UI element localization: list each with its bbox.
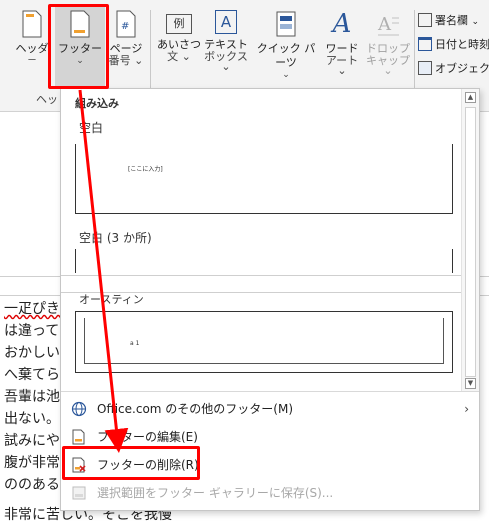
footer-gallery: 組み込み 空白 [ここに入力] 空白 (3 か所) オースティン a 1	[61, 89, 461, 391]
object-icon	[418, 61, 432, 75]
signature-line-label: 署名欄	[435, 14, 468, 27]
more-footers-office-item[interactable]: Office.com のその他のフッター(M) ›	[61, 397, 479, 421]
textbox-icon: A	[215, 10, 237, 34]
svg-text:#: #	[121, 21, 129, 32]
signature-icon	[418, 13, 432, 27]
example-icon: 例	[166, 14, 192, 34]
chevron-right-icon: ›	[464, 402, 469, 416]
header-button-label-1: ヘッダ	[15, 42, 49, 55]
footer-button-highlight	[48, 4, 109, 89]
date-time-label: 日付と時刻	[435, 38, 489, 51]
scroll-thumb[interactable]	[465, 107, 476, 377]
save-gallery-icon	[72, 486, 86, 500]
footer-template-austin[interactable]: a 1	[75, 311, 453, 373]
svg-text:A: A	[377, 14, 392, 35]
date-time-button[interactable]: 日付と時刻	[418, 36, 489, 54]
page-number-label-2: 番号 ⌄	[108, 54, 144, 67]
chevron-down-icon: ⌄	[471, 17, 480, 27]
quick-parts-label-1: クイック パーツ	[256, 42, 316, 69]
signature-line-button[interactable]: 署名欄 ⌄	[418, 12, 479, 30]
quick-parts-button[interactable]: クイック パーツ ⌄	[252, 6, 320, 86]
doc-line: 試みにや	[4, 433, 60, 449]
wordart-icon: A	[332, 9, 352, 39]
page-number-button[interactable]: # ページ 番号 ⌄	[106, 6, 146, 86]
dropcap-button[interactable]: A ドロップ キャップ ⌄	[364, 6, 412, 86]
quick-parts-icon	[276, 11, 296, 37]
template-label-blank-3: 空白 (3 か所)	[79, 231, 152, 245]
header-icon	[22, 10, 42, 38]
gallery-scrollbar[interactable]: ▲ ▼	[461, 89, 479, 391]
group-separator-2	[414, 10, 415, 88]
dropcap-icon: A	[377, 14, 399, 36]
remove-footer-highlight	[62, 446, 200, 480]
word-window: ヘッダ ー フッター ⌄ # ページ 番号 ⌄ ヘッ 例 あいさつ 文 ⌄ A …	[0, 0, 489, 521]
scroll-up-icon[interactable]: ▲	[465, 92, 476, 103]
object-label: オブジェクト	[435, 62, 489, 75]
template-placeholder: a 1	[130, 340, 140, 347]
group-separator	[150, 10, 151, 88]
edit-footer-icon	[72, 429, 85, 445]
wordart-button[interactable]: A ワード アート ⌄	[320, 6, 364, 86]
group-label-header-footer: ヘッ	[36, 93, 58, 106]
doc-line: 腹が非常	[4, 455, 60, 471]
textbox-label-2: ボックス ⌄	[204, 50, 248, 73]
gallery-heading: 組み込み	[75, 97, 119, 110]
template-placeholder: [ここに入力]	[128, 166, 163, 173]
quick-parts-chevron: ⌄	[282, 70, 290, 80]
template-label-blank: 空白	[79, 121, 104, 135]
scroll-down-icon[interactable]: ▼	[465, 378, 476, 389]
wordart-label-2: アート ⌄	[325, 54, 359, 77]
doc-line: 吾輩は池	[4, 389, 60, 405]
globe-icon	[71, 401, 87, 417]
dropcap-label-2: キャップ ⌄	[366, 54, 410, 77]
save-selection-label: 選択範囲をフッター ギャラリーに保存(S)...	[97, 486, 334, 500]
footer-template-blank-3[interactable]	[75, 249, 453, 273]
more-footers-label: Office.com のその他のフッター(M)	[97, 402, 294, 416]
greeting-label-2: 文 ⌄	[167, 50, 191, 63]
page-number-icon: #	[116, 10, 136, 38]
save-selection-to-gallery-item[interactable]: 選択範囲をフッター ギャラリーに保存(S)...	[61, 481, 479, 505]
doc-line: ののある	[4, 477, 60, 493]
footer-template-blank[interactable]: [ここに入力]	[75, 144, 453, 214]
template-label-austin: オースティン	[79, 293, 144, 306]
greeting-button[interactable]: 例 あいさつ 文 ⌄	[156, 6, 202, 86]
menu-separator	[61, 391, 479, 392]
textbox-button[interactable]: A テキスト ボックス ⌄	[202, 6, 250, 86]
doc-line: へ棄てら	[4, 367, 60, 383]
doc-line: は違って	[4, 323, 60, 339]
object-button[interactable]: オブジェクト	[418, 60, 489, 78]
calendar-icon	[418, 37, 432, 51]
